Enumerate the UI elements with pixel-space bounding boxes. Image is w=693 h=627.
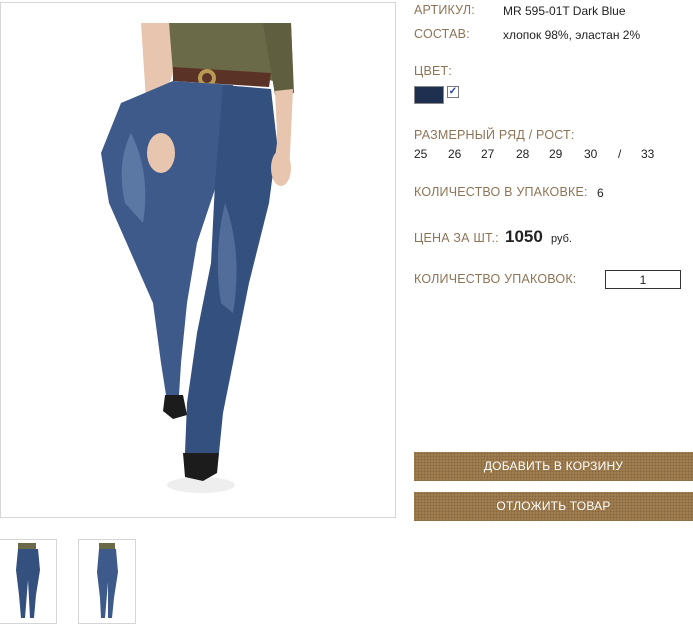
packs-quantity-label: КОЛИЧЕСТВО УПАКОВОК: xyxy=(414,272,577,286)
pack-quantity-value: 6 xyxy=(597,186,604,200)
price-label: ЦЕНА ЗА ШТ.: xyxy=(414,231,499,245)
price-currency: руб. xyxy=(551,233,572,245)
color-checkbox[interactable]: ✓ xyxy=(447,86,459,98)
size-33: 33 xyxy=(641,147,655,161)
size-range-label: РАЗМЕРНЫЙ РЯД / РОСТ: xyxy=(414,128,575,142)
size-29: 29 xyxy=(549,147,563,161)
size-26: 26 xyxy=(448,147,462,161)
add-to-cart-button[interactable]: ДОБАВИТЬ В КОРЗИНУ xyxy=(414,452,693,481)
thumbnail-back[interactable] xyxy=(78,539,136,624)
postpone-item-button[interactable]: ОТЛОЖИТЬ ТОВАР xyxy=(414,492,693,521)
price-value: 1050 xyxy=(505,227,543,246)
size-28: 28 xyxy=(516,147,530,161)
size-25: 25 xyxy=(414,147,428,161)
article-value: MR 595-01T Dark Blue xyxy=(503,4,626,18)
thumbnail-front[interactable] xyxy=(0,539,57,624)
jeans-model-illustration xyxy=(101,23,294,493)
size-30: 30 xyxy=(584,147,598,161)
thumbnail-front-image xyxy=(16,543,40,618)
packs-quantity-input[interactable] xyxy=(605,270,681,289)
size-27: 27 xyxy=(481,147,495,161)
composition-value: хлопок 98%, эластан 2% xyxy=(503,28,641,42)
thumbnail-back-image xyxy=(97,543,118,618)
size-separator: / xyxy=(618,147,622,161)
pack-quantity-label: КОЛИЧЕСТВО В УПАКОВКЕ: xyxy=(414,185,588,199)
article-label: АРТИКУЛ: xyxy=(414,3,475,17)
composition-label: СОСТАВ: xyxy=(414,27,470,41)
color-swatch-dark-blue[interactable] xyxy=(414,86,444,104)
color-label: ЦВЕТ: xyxy=(414,64,453,78)
main-product-image xyxy=(0,2,396,518)
